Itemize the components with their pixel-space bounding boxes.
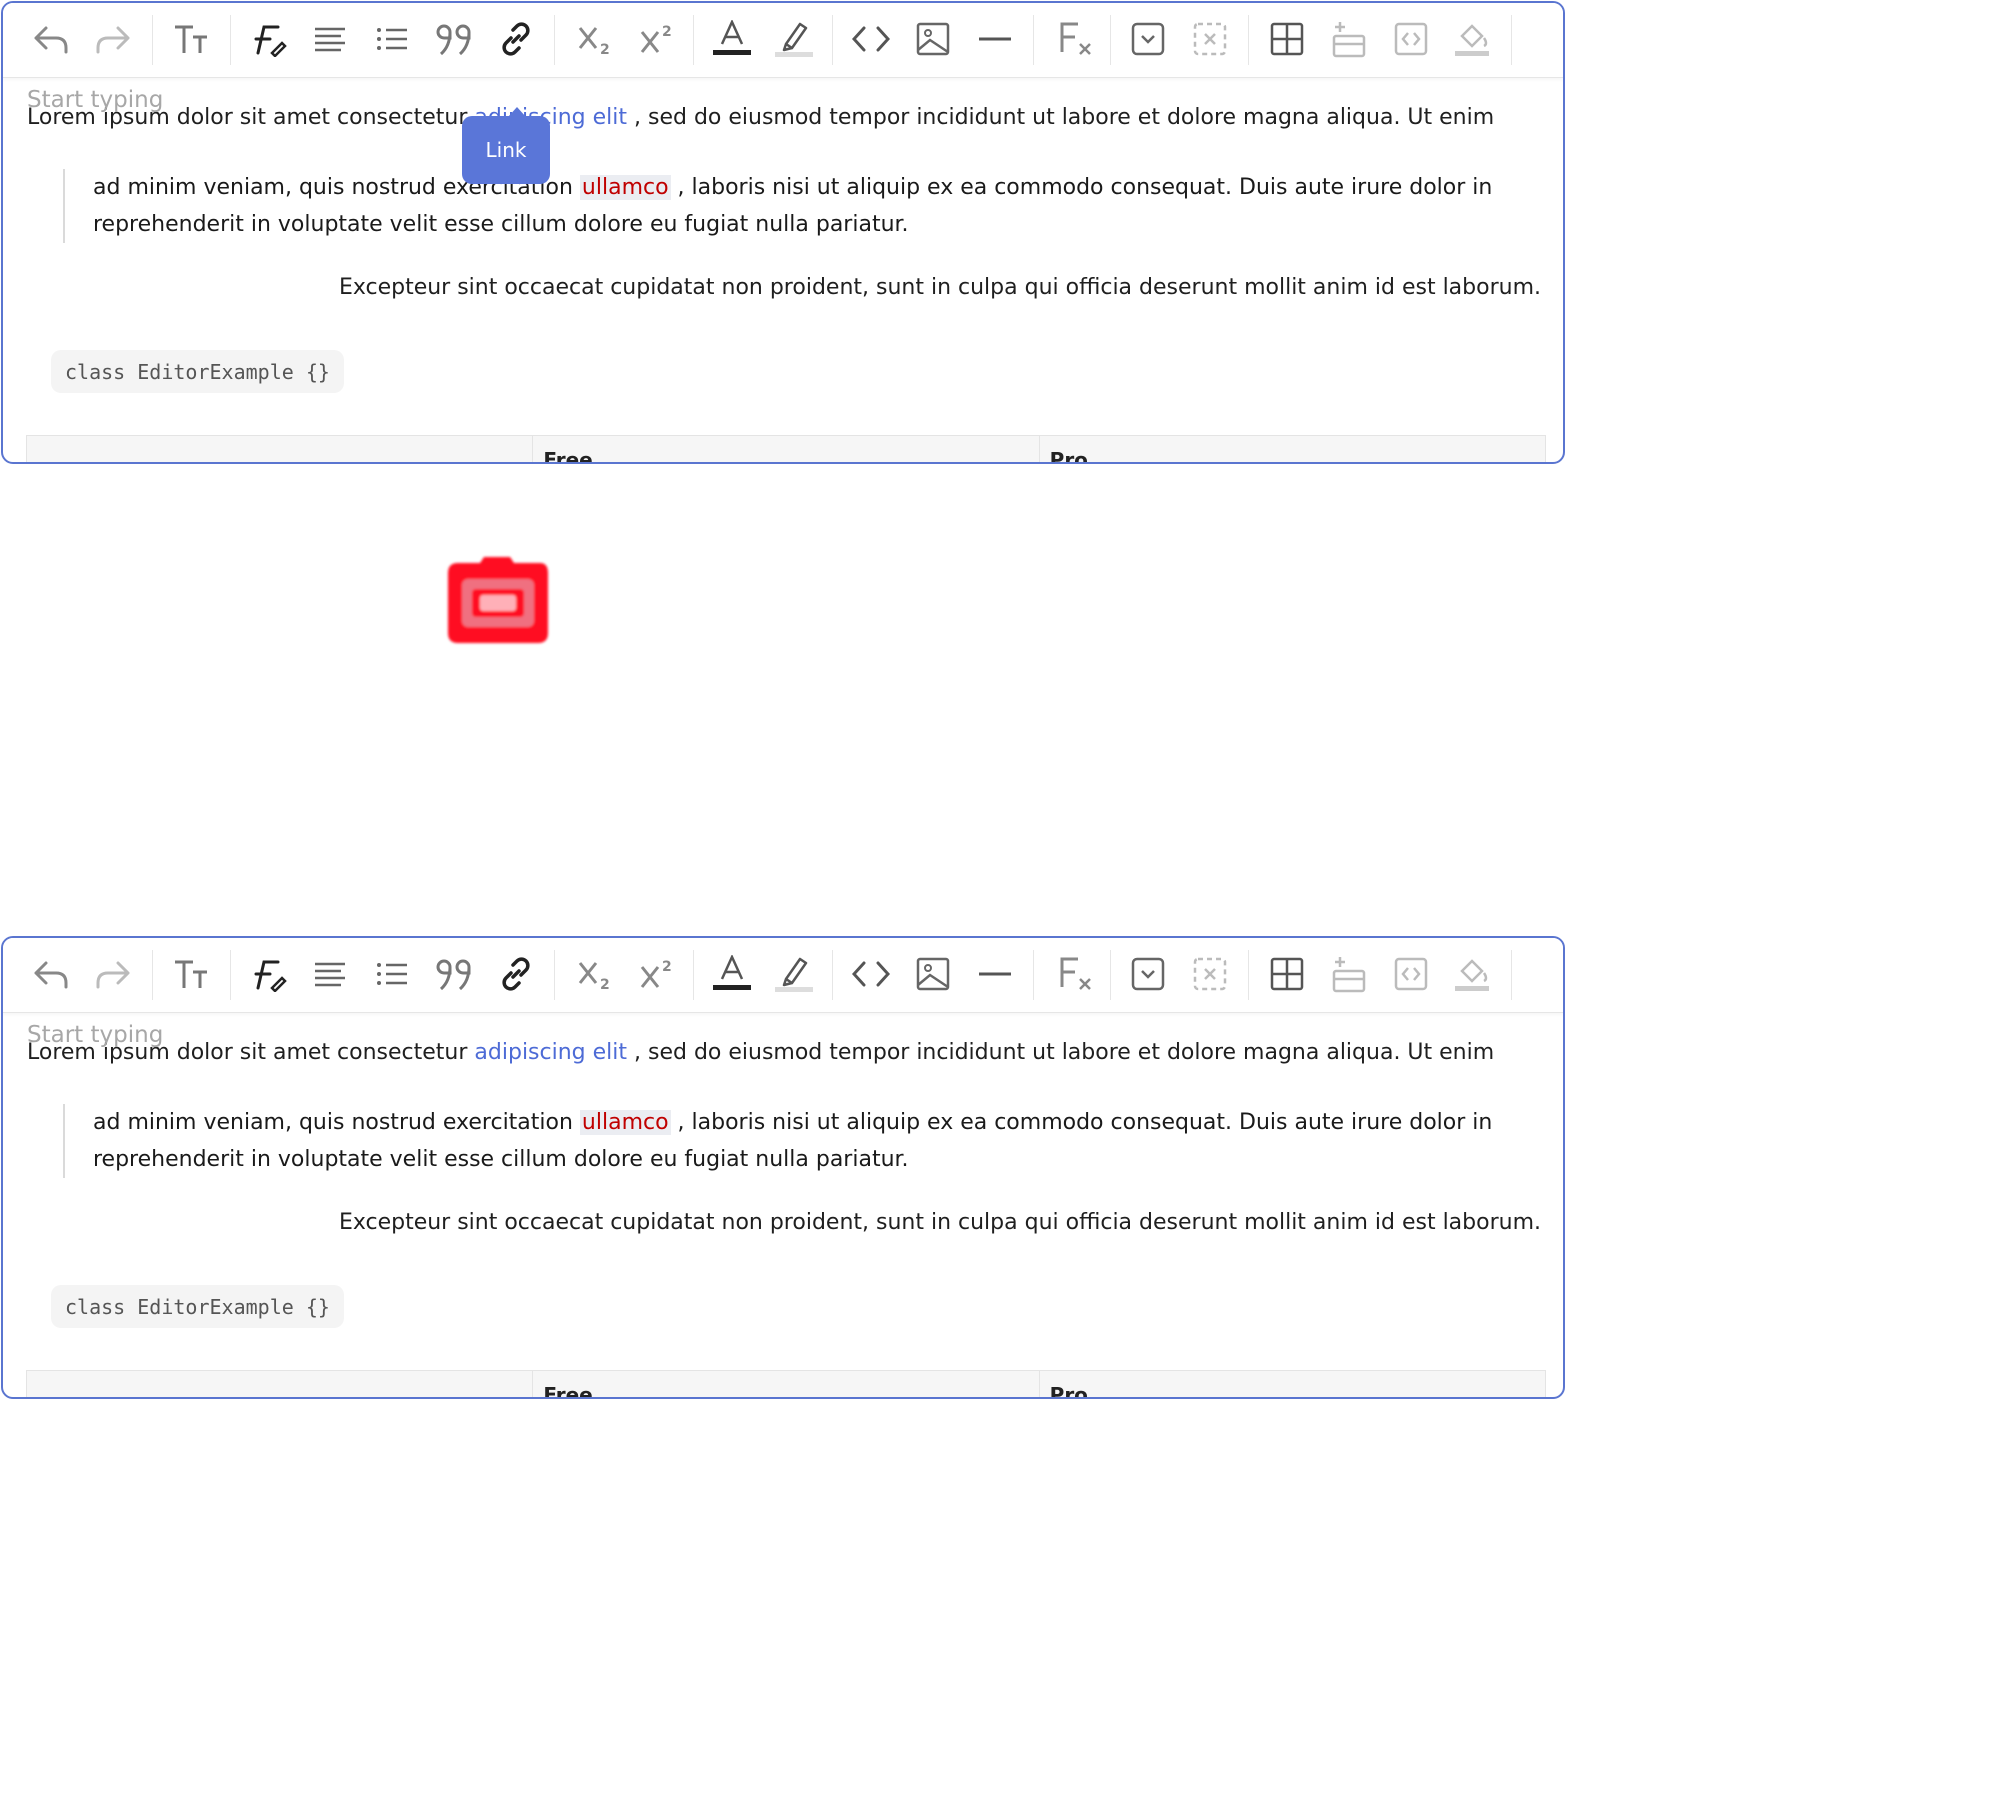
paragraph-text-tail: , sed do eiusmod tempor incididunt ut la… xyxy=(627,105,1495,130)
svg-text:2: 2 xyxy=(662,24,672,40)
subscript-icon[interactable]: 2 xyxy=(575,954,615,994)
paragraph-cutoff[interactable]: Lorem ipsum dolor sit amet consectetur a… xyxy=(27,1036,1563,1065)
superscript-icon[interactable]: 2 xyxy=(637,954,677,994)
insert-row-icon[interactable] xyxy=(1329,19,1369,59)
embed-icon[interactable] xyxy=(1391,954,1431,994)
clear-format-icon[interactable] xyxy=(1055,19,1095,59)
highlight-icon[interactable] xyxy=(774,954,814,994)
editor-top[interactable]: 2 2 Start typing Lorem ipsum dolor sit a… xyxy=(1,1,1565,464)
table-header-cell[interactable] xyxy=(27,436,534,462)
font-size-icon[interactable] xyxy=(171,19,211,59)
checkbox-icon[interactable] xyxy=(1128,954,1168,994)
quote-text: ad minim veniam, quis nostrud exercitati… xyxy=(93,1110,580,1135)
right-aligned-paragraph[interactable]: Excepteur sint occaecat cupidatat non pr… xyxy=(339,1210,1541,1235)
table-icon[interactable] xyxy=(1267,19,1307,59)
svg-text:2: 2 xyxy=(662,959,672,975)
align-icon[interactable] xyxy=(310,19,350,59)
subscript-icon[interactable]: 2 xyxy=(575,19,615,59)
blockquote[interactable]: ad minim veniam, quis nostrud exercitati… xyxy=(63,169,1553,243)
paragraph-link[interactable]: adipiscing elit xyxy=(474,1040,627,1065)
code-block[interactable]: class EditorExample {} xyxy=(51,350,344,393)
toolbar: 2 2 xyxy=(3,3,1563,78)
horizontal-rule-icon[interactable] xyxy=(975,954,1015,994)
table-header-pro[interactable]: Pro xyxy=(1040,436,1545,462)
svg-text:2: 2 xyxy=(600,42,610,56)
align-icon[interactable] xyxy=(310,954,350,994)
editor-placeholder: Start typing xyxy=(27,1022,164,1048)
svg-text:2: 2 xyxy=(600,977,610,991)
delete-block-icon[interactable] xyxy=(1190,954,1230,994)
table-header-free[interactable]: Free xyxy=(533,436,1040,462)
delete-block-icon[interactable] xyxy=(1190,19,1230,59)
table-header-cell[interactable] xyxy=(27,1371,534,1397)
insert-row-icon[interactable] xyxy=(1329,954,1369,994)
table[interactable]: Free Pro xyxy=(26,1370,1546,1397)
list-icon[interactable] xyxy=(372,19,412,59)
table[interactable]: Free Pro xyxy=(26,435,1546,462)
quote-icon[interactable] xyxy=(434,954,474,994)
code-icon[interactable] xyxy=(851,954,891,994)
paragraph-cutoff[interactable]: Lorem ipsum dolor sit amet consectetur a… xyxy=(27,101,1563,130)
undo-icon[interactable] xyxy=(31,954,71,994)
superscript-icon[interactable]: 2 xyxy=(637,19,677,59)
fill-icon[interactable] xyxy=(1453,19,1493,59)
quote-icon[interactable] xyxy=(434,19,474,59)
horizontal-rule-icon[interactable] xyxy=(975,19,1015,59)
table-header-pro[interactable]: Pro xyxy=(1040,1371,1545,1397)
highlight-icon[interactable] xyxy=(774,19,814,59)
editor-bottom[interactable]: 2 2 Start typing Lorem ipsum dolor sit a… xyxy=(1,936,1565,1399)
font-style-icon[interactable] xyxy=(248,19,288,59)
embed-icon[interactable] xyxy=(1391,19,1431,59)
link-tooltip: Link xyxy=(462,107,550,184)
code-icon[interactable] xyxy=(851,19,891,59)
red-toolbox-icon xyxy=(444,553,552,647)
right-aligned-paragraph[interactable]: Excepteur sint occaecat cupidatat non pr… xyxy=(339,275,1541,300)
checkbox-icon[interactable] xyxy=(1128,19,1168,59)
redo-icon[interactable] xyxy=(93,19,133,59)
font-style-icon[interactable] xyxy=(248,954,288,994)
paragraph-text-tail: , sed do eiusmod tempor incididunt ut la… xyxy=(627,1040,1495,1065)
table-icon[interactable] xyxy=(1267,954,1307,994)
text-color-icon[interactable] xyxy=(712,954,752,994)
toolbar: 2 2 xyxy=(3,938,1563,1013)
table-header-free[interactable]: Free xyxy=(533,1371,1040,1397)
undo-icon[interactable] xyxy=(31,19,71,59)
link-icon[interactable] xyxy=(496,954,536,994)
highlighted-text: ullamco xyxy=(579,1110,671,1135)
highlighted-text: ullamco xyxy=(579,175,671,200)
image-icon[interactable] xyxy=(913,19,953,59)
link-icon[interactable] xyxy=(496,19,536,59)
code-block[interactable]: class EditorExample {} xyxy=(51,1285,344,1328)
fill-icon[interactable] xyxy=(1453,954,1493,994)
editor-placeholder: Start typing xyxy=(27,87,164,113)
clear-format-icon[interactable] xyxy=(1055,954,1095,994)
font-size-icon[interactable] xyxy=(171,954,211,994)
redo-icon[interactable] xyxy=(93,954,133,994)
image-icon[interactable] xyxy=(913,954,953,994)
blockquote[interactable]: ad minim veniam, quis nostrud exercitati… xyxy=(63,1104,1553,1178)
list-icon[interactable] xyxy=(372,954,412,994)
text-color-icon[interactable] xyxy=(712,19,752,59)
